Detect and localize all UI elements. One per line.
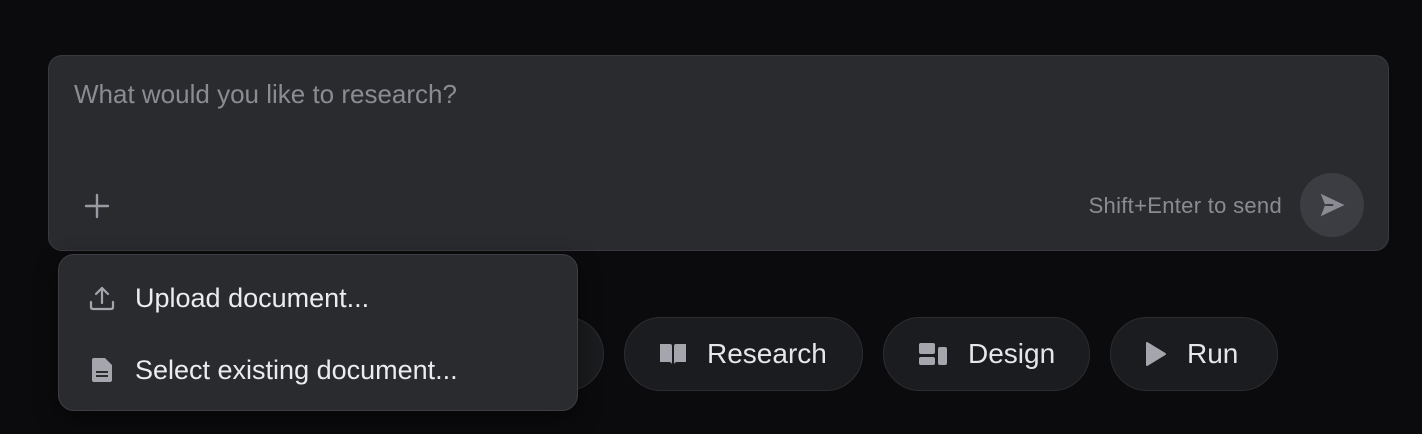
menu-item-label: Select existing document...: [135, 354, 458, 385]
chip-run-label: Run: [1187, 338, 1239, 369]
upload-icon: [87, 283, 117, 313]
add-attachment-button[interactable]: [77, 186, 117, 226]
send-hint: Shift+Enter to send: [1088, 193, 1282, 218]
chip-design-label: Design: [968, 338, 1056, 369]
layout-icon: [918, 342, 948, 366]
menu-item-label: Upload document...: [135, 282, 370, 313]
prompt-input[interactable]: [74, 78, 1334, 148]
chip-run[interactable]: Run: [1110, 317, 1278, 391]
book-icon: [659, 342, 687, 366]
send-button[interactable]: [1300, 173, 1364, 237]
play-icon: [1145, 341, 1167, 367]
menu-item-select-existing-document[interactable]: Select existing document...: [59, 340, 577, 400]
chip-design[interactable]: Design: [883, 317, 1090, 391]
prompt-composer: Shift+Enter to send: [48, 55, 1389, 251]
attach-menu: Upload document... Select existing docum…: [58, 254, 578, 411]
document-icon: [87, 355, 117, 385]
menu-item-upload-document[interactable]: Upload document...: [59, 268, 577, 328]
chip-research-label: Research: [707, 338, 827, 369]
plus-icon: [84, 193, 110, 219]
chip-research[interactable]: Research: [624, 317, 863, 391]
send-icon: [1320, 193, 1345, 217]
